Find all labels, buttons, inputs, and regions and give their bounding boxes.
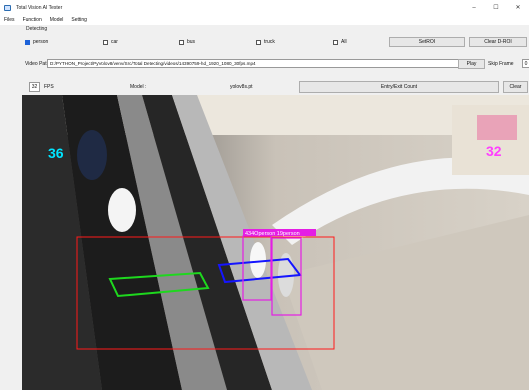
minimize-button[interactable]: – — [463, 0, 485, 15]
play-button[interactable]: Play — [458, 59, 485, 69]
checkbox-label: All — [341, 39, 347, 45]
video-canvas: 434Operson 19person 36 32 — [22, 95, 529, 390]
detection-label: 434Operson 19person — [245, 231, 300, 237]
menu-model[interactable]: Model — [46, 17, 68, 23]
title-bar: Total Vision AI Tester – ☐ ✕ — [0, 0, 529, 15]
shopper-dark — [77, 130, 107, 180]
detecting-classes: person car bus truck All SetROI Clear D-… — [22, 37, 528, 47]
menu-files[interactable]: Files — [0, 17, 19, 23]
menu-setting[interactable]: Setting — [67, 17, 91, 23]
model-label: Model : — [130, 84, 147, 90]
model-name: yolov8s.pt — [230, 84, 253, 90]
close-button[interactable]: ✕ — [507, 0, 529, 15]
checkbox-label: person — [33, 39, 49, 45]
detecting-group-label: Detecting — [26, 26, 48, 32]
maximize-button[interactable]: ☐ — [485, 0, 507, 15]
clear-roi-button[interactable]: Clear D-ROI — [469, 37, 527, 47]
store-sign — [477, 115, 517, 140]
checkbox-label: truck — [264, 39, 275, 45]
skip-frame-label: Skip Frame — [488, 61, 514, 67]
app-icon — [4, 4, 11, 11]
skip-frame-input[interactable]: 0 — [522, 59, 529, 68]
truck-checkbox[interactable]: truck — [256, 39, 275, 45]
fps-value: 32 — [29, 82, 40, 92]
checkbox-box[interactable] — [333, 39, 338, 45]
status-row: 32 FPS Model : yolov8s.pt Entry/Exit Cou… — [22, 81, 528, 93]
checkbox-box[interactable] — [179, 39, 184, 45]
right-count: 32 — [486, 143, 502, 159]
fps-label: FPS — [44, 84, 54, 90]
video-path-input[interactable]: D:/PYTHON_Project/PyVolov8/venv/Src/Tota… — [47, 59, 472, 68]
video-frame[interactable]: 434Operson 19person 36 32 — [22, 95, 529, 390]
checkbox-label: bus — [187, 39, 196, 45]
window-title: Total Vision AI Tester — [16, 4, 63, 11]
window-controls: – ☐ ✕ — [463, 0, 529, 15]
checkbox-box[interactable] — [256, 39, 261, 45]
clear-button[interactable]: Clear — [503, 81, 528, 93]
video-path-label: Video Path — [25, 61, 50, 67]
menu-bar: Files Function Model Setting — [0, 15, 529, 25]
checkbox-box[interactable] — [25, 39, 30, 45]
person-checkbox[interactable]: person — [25, 39, 48, 45]
video-path-row: Video Path D:/PYTHON_Project/PyVolov8/ve… — [22, 59, 529, 69]
menu-function[interactable]: Function — [19, 17, 46, 23]
set-roi-button[interactable]: SetROI — [389, 37, 465, 47]
checkbox-box[interactable] — [103, 39, 108, 45]
checkbox-label: car — [111, 39, 118, 45]
car-checkbox[interactable]: car — [103, 39, 118, 45]
entry-exit-count-button[interactable]: Entry/Exit Count — [299, 81, 499, 93]
left-count: 36 — [48, 145, 64, 161]
shopper-white-shirt — [108, 188, 136, 232]
shopper-center — [250, 242, 266, 278]
bus-checkbox[interactable]: bus — [179, 39, 195, 45]
all-checkbox[interactable]: All — [333, 39, 347, 45]
